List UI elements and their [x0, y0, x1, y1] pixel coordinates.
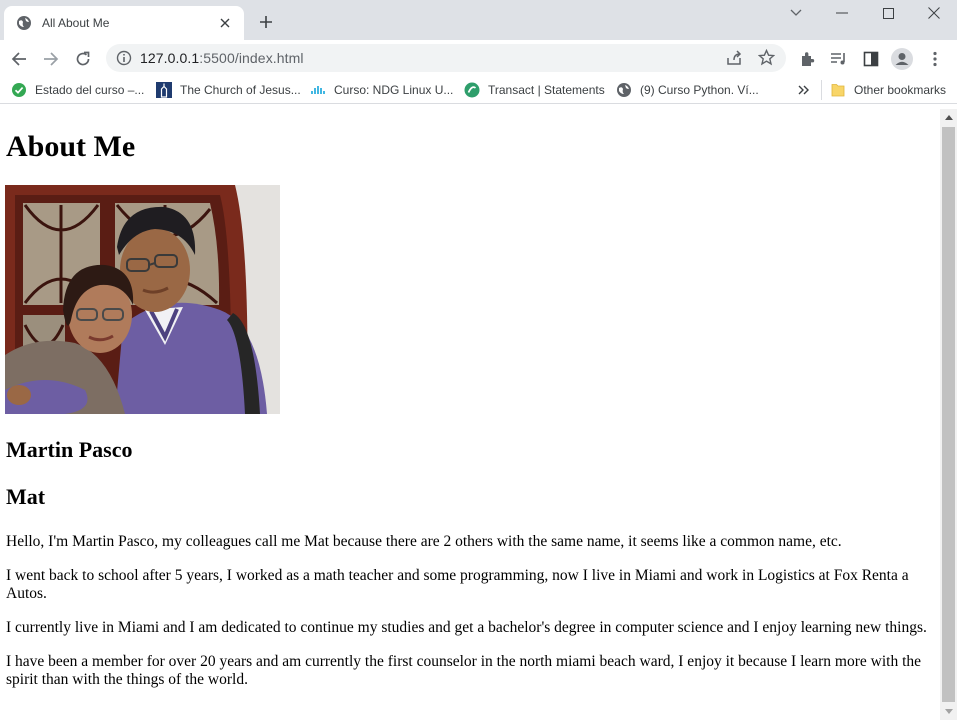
address-bar[interactable]: 127.0.0.1:5500/index.html — [106, 44, 786, 72]
extensions-icon[interactable] — [796, 48, 818, 70]
globe-icon — [616, 82, 632, 98]
bookmarks-divider — [821, 80, 822, 100]
bio-paragraph: I currently live in Miami and I am dedic… — [6, 619, 927, 636]
bookmark-item[interactable]: The Church of Jesus... — [156, 80, 301, 100]
page-heading: About Me — [6, 130, 136, 163]
bookmark-label: The Church of Jesus... — [180, 83, 301, 97]
close-tab-icon[interactable] — [216, 14, 234, 32]
transact-icon — [464, 82, 480, 98]
bio-paragraph: Hello, I'm Martin Pasco, my colleagues c… — [6, 533, 842, 550]
browser-toolbar: 127.0.0.1:5500/index.html — [0, 40, 957, 76]
browser-tab[interactable]: All About Me — [4, 6, 244, 40]
bio-paragraph: I went back to school after 5 years, I w… — [6, 567, 909, 602]
media-queue-icon[interactable] — [828, 48, 850, 70]
back-arrow-icon[interactable] — [8, 48, 30, 70]
other-bookmarks-folder[interactable]: Other bookmarks — [830, 80, 946, 100]
maximize-button[interactable] — [865, 0, 911, 26]
share-icon[interactable] — [726, 50, 743, 71]
bookmark-label: (9) Curso Python. Ví... — [640, 83, 759, 97]
vertical-scrollbar[interactable] — [940, 109, 957, 720]
tab-search-icon[interactable] — [773, 0, 819, 26]
star-bookmark-icon[interactable] — [757, 48, 776, 71]
bio-paragraph: I have been a member for over 20 years a… — [6, 653, 922, 688]
bookmark-label: Curso: NDG Linux U... — [334, 83, 454, 97]
side-panel-icon[interactable] — [860, 48, 882, 70]
globe-icon — [16, 15, 32, 31]
person-nickname: Mat — [6, 484, 46, 509]
cisco-icon — [310, 82, 326, 98]
folder-icon — [830, 82, 846, 98]
bookmarks-bar: Estado del curso –... The Church of Jesu… — [0, 76, 957, 104]
minimize-button[interactable] — [819, 0, 865, 26]
page-viewport: About Me Martin Pasco Mat Hello, I'm Mar… — [0, 109, 940, 720]
url-host: 127.0.0.1 — [140, 50, 200, 66]
more-menu-icon[interactable] — [924, 48, 946, 70]
forward-arrow-icon[interactable] — [40, 48, 62, 70]
bookmark-label: Transact | Statements — [488, 83, 605, 97]
bookmark-label: Estado del curso –... — [35, 83, 145, 97]
check-badge-icon — [11, 82, 27, 98]
scrollbar-thumb[interactable] — [942, 127, 955, 702]
more-bookmarks-chevron-icon[interactable] — [798, 80, 810, 100]
tab-title: All About Me — [42, 16, 110, 30]
bookmark-item[interactable]: Estado del curso –... — [11, 80, 144, 100]
scroll-down-arrow-icon[interactable] — [940, 703, 957, 720]
temple-icon — [156, 82, 172, 98]
close-window-button[interactable] — [911, 0, 957, 26]
other-bookmarks-label: Other bookmarks — [854, 83, 947, 97]
profile-photo — [5, 185, 280, 414]
bookmark-item[interactable]: Transact | Statements — [464, 80, 605, 100]
profile-avatar-icon[interactable] — [891, 48, 913, 70]
tab-strip: All About Me — [0, 0, 957, 40]
reload-icon[interactable] — [72, 48, 94, 70]
person-name: Martin Pasco — [6, 437, 133, 462]
bookmark-item[interactable]: Curso: NDG Linux U... — [310, 80, 453, 100]
url-text: 127.0.0.1:5500/index.html — [140, 50, 304, 66]
info-icon[interactable] — [116, 50, 132, 66]
bookmark-item[interactable]: (9) Curso Python. Ví... — [616, 80, 759, 100]
url-path: :5500/index.html — [199, 50, 304, 66]
scroll-up-arrow-icon[interactable] — [940, 109, 957, 126]
page-content: About Me Martin Pasco Mat Hello, I'm Mar… — [0, 131, 940, 689]
new-tab-button[interactable] — [256, 12, 276, 32]
